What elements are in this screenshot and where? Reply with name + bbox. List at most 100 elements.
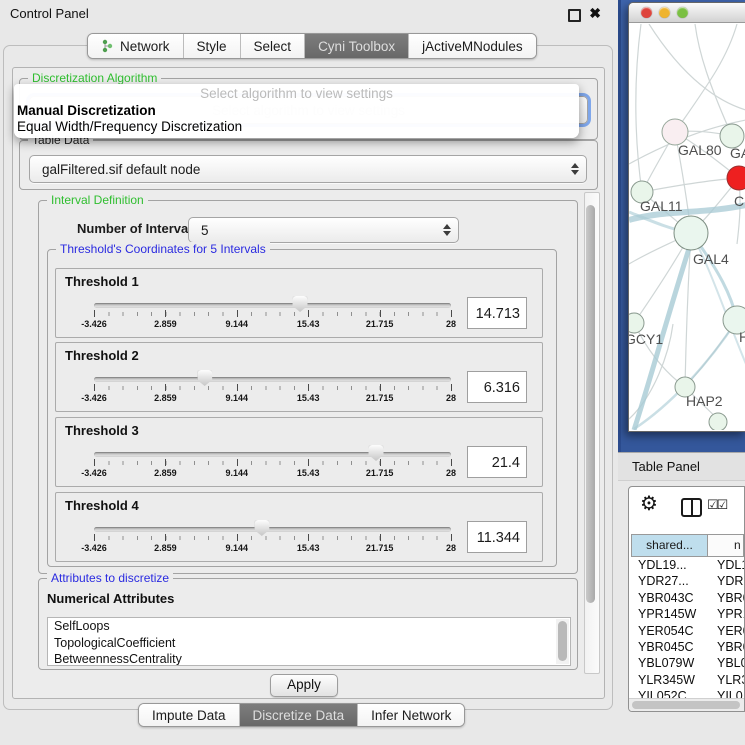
table-horizontal-scrollbar[interactable] (629, 698, 744, 711)
table-row[interactable]: YBL079WYBL0 (631, 655, 744, 671)
table-row[interactable]: YER054CYER0 (631, 623, 744, 639)
threshold-3-slider[interactable]: -3.426 2.859 9.144 15.43 21.715 28 (94, 444, 451, 484)
column-header-shared-name[interactable]: shared... (631, 534, 708, 557)
slider-handle[interactable] (254, 520, 269, 536)
columns-icon[interactable] (681, 498, 702, 517)
combobox-value: 5 (201, 223, 209, 238)
node-selected-red[interactable] (727, 166, 745, 190)
tick-label: 2.859 (154, 468, 177, 478)
panel-title: Control Panel (10, 0, 89, 28)
group-title: Attributes to discretize (47, 571, 173, 586)
menu-item-manual-discretization[interactable]: Manual Discretization (14, 103, 579, 119)
table-row[interactable]: YBR045CYBR0 (631, 639, 744, 655)
combobox-stepper-icon (571, 163, 579, 175)
threshold-label: Threshold 2 (65, 348, 139, 363)
column-header-name[interactable]: n (708, 534, 744, 557)
menu-item-equal-width-frequency[interactable]: Equal Width/Frequency Discretization (14, 119, 579, 135)
bottom-tab-bar: Impute Data Discretize Data Infer Networ… (138, 703, 465, 727)
node-label-gal4: GAL4 (693, 251, 729, 267)
list-item[interactable]: TopologicalCoefficient (48, 635, 570, 652)
tab-cyni-toolbox[interactable]: Cyni Toolbox (305, 34, 409, 58)
tick-label: 28 (446, 543, 456, 553)
node-gcy1[interactable] (629, 313, 644, 333)
tick-label: 15.43 (297, 319, 320, 329)
gear-icon[interactable] (640, 494, 658, 514)
table-data-combobox[interactable]: galFiltered.sif default node (29, 155, 587, 183)
threshold-1-slider[interactable]: -3.426 2.859 9.144 15.43 21.715 28 (94, 295, 451, 335)
zoom-traffic-light-icon[interactable] (677, 7, 688, 18)
tick-label: 28 (446, 393, 456, 403)
slider-minor-ticks (94, 536, 452, 540)
tick-label: 15.43 (297, 468, 320, 478)
node-label-c: C (734, 193, 744, 209)
group-title: Threshold's Coordinates for 5 Intervals (56, 242, 270, 257)
tick-label: 2.859 (154, 543, 177, 553)
slider-handle[interactable] (197, 370, 212, 386)
threshold-label: Threshold 3 (65, 423, 139, 438)
tab-infer-network[interactable]: Infer Network (358, 704, 464, 726)
numerical-attributes-list[interactable]: SelfLoops TopologicalCoefficient Between… (47, 617, 571, 666)
minimize-traffic-light-icon[interactable] (659, 7, 670, 18)
tick-label: 21.715 (366, 393, 394, 403)
threshold-1-panel: Threshold 1 -3.426 2.859 9.144 15.43 (55, 268, 543, 338)
node-label-gcy1: GCY1 (629, 331, 663, 347)
threshold-4-value-field[interactable]: 11.344 (467, 521, 527, 553)
slider-handle[interactable] (293, 296, 308, 312)
node-label-hap2: HAP2 (686, 393, 723, 409)
slider-handle[interactable] (369, 445, 384, 461)
tick-label: -3.426 (81, 393, 107, 403)
tick-label: 21.715 (366, 468, 394, 478)
tab-label: Network (120, 39, 170, 54)
network-canvas[interactable]: GAL80 GA C GAL11 GAL4 GCY1 H HAP2 (629, 24, 745, 430)
table-header-row: shared... n (631, 534, 744, 557)
table-row[interactable]: YPR145WYPR1 (631, 606, 744, 622)
number-of-intervals-combobox[interactable]: 5 (188, 217, 459, 243)
tab-impute-data[interactable]: Impute Data (139, 704, 240, 726)
tab-select[interactable]: Select (241, 34, 306, 58)
node-gal4[interactable] (674, 216, 708, 250)
select-checkboxes-icon[interactable] (707, 497, 726, 513)
table-row[interactable]: YLR345WYLR3 (631, 672, 744, 688)
apply-button[interactable]: Apply (270, 674, 338, 697)
close-icon[interactable] (589, 5, 601, 22)
tab-jactivemnodules[interactable]: jActiveMNodules (409, 34, 536, 58)
table-row[interactable]: YDR27...YDR2 (631, 573, 744, 589)
settings-vertical-scrollbar[interactable] (584, 192, 600, 674)
list-item[interactable]: SelfLoops (48, 618, 570, 635)
network-icon (101, 39, 114, 53)
tick-label: 21.715 (366, 543, 394, 553)
tick-label: 15.43 (297, 393, 320, 403)
tick-label: 28 (446, 468, 456, 478)
cyni-toolbox-panel: Discretization Algorithm Select algorith… (3, 45, 613, 710)
tab-style[interactable]: Style (184, 34, 241, 58)
threshold-2-slider[interactable]: -3.426 2.859 9.144 15.43 21.715 28 (94, 369, 451, 409)
list-scrollbar[interactable] (556, 619, 569, 664)
table-rows: YDL19...YDL1 YDR27...YDR2 YBR043CYBR0 YP… (631, 557, 744, 699)
slider-minor-ticks (94, 312, 452, 316)
tab-network[interactable]: Network (88, 34, 184, 58)
threshold-1-value-field[interactable]: 14.713 (467, 297, 527, 329)
table-row[interactable]: YBR043CYBR0 (631, 590, 744, 606)
threshold-2-value-field[interactable]: 6.316 (467, 371, 527, 403)
right-pane: GAL80 GA C GAL11 GAL4 GCY1 H HAP2 Table … (618, 0, 745, 745)
table-row[interactable]: YDL19...YDL1 (631, 557, 744, 573)
top-tab-bar: Network Style Select Cyni Toolbox jActiv… (87, 33, 537, 59)
node-partial-bottom[interactable] (709, 413, 727, 430)
table-data-group: Table Data galFiltered.sif default node (19, 140, 598, 190)
combobox-stepper-icon (443, 224, 451, 236)
threshold-3-value-field[interactable]: 21.4 (467, 446, 527, 478)
close-traffic-light-icon[interactable] (641, 7, 652, 18)
tick-label: 15.43 (297, 543, 320, 553)
threshold-4-slider[interactable]: -3.426 2.859 9.144 15.43 21.715 28 (94, 519, 451, 559)
table-panel-title: Table Panel (632, 453, 700, 481)
node-label-gal80: GAL80 (678, 142, 722, 158)
float-window-icon[interactable] (568, 9, 581, 22)
list-item[interactable]: BetweennessCentrality (48, 651, 570, 666)
tab-discretize-data[interactable]: Discretize Data (240, 704, 359, 726)
slider-minor-ticks (94, 461, 452, 465)
tick-label: 21.715 (366, 319, 394, 329)
threshold-4-panel: Threshold 4 -3.426 2.859 9.144 15.43 (55, 492, 543, 562)
tick-label: -3.426 (81, 319, 107, 329)
threshold-3-panel: Threshold 3 -3.426 2.859 9.144 15.43 (55, 417, 543, 487)
combobox-value: galFiltered.sif default node (42, 162, 200, 177)
